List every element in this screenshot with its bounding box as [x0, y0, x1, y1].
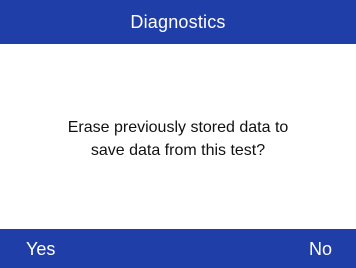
- page-title: Diagnostics: [130, 12, 226, 32]
- no-button[interactable]: No: [309, 229, 332, 268]
- dialog-content: Erase previously stored data to save dat…: [0, 44, 356, 229]
- title-bar: Diagnostics: [0, 0, 356, 44]
- yes-button[interactable]: Yes: [26, 229, 55, 268]
- softkey-bar: Yes No: [0, 229, 356, 268]
- diagnostics-screen: Diagnostics Erase previously stored data…: [0, 0, 356, 268]
- confirmation-message: Erase previously stored data to save dat…: [67, 118, 289, 159]
